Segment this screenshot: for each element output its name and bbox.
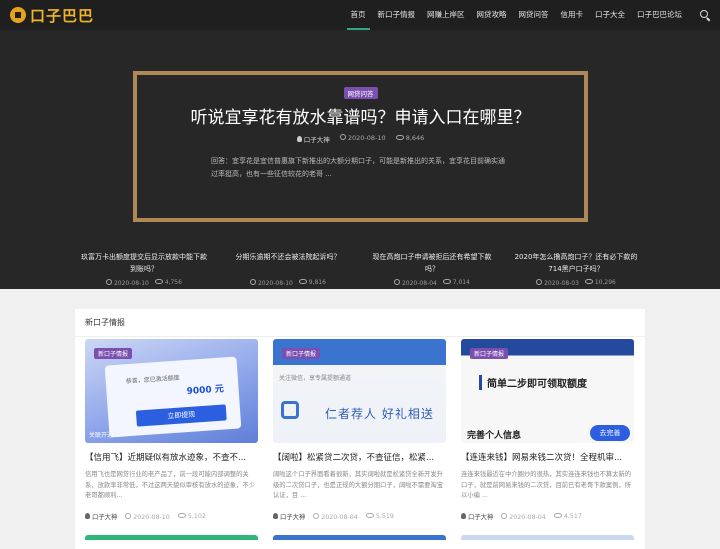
clock-icon	[536, 279, 543, 285]
featured-title[interactable]: 听说宜享花有放水靠谱吗？申请入口在哪里？	[137, 103, 584, 128]
featured-excerpt: 回答：宜享花是宜信普惠旗下新推出的大额分期口子，可能是新推出的关系，宜享花目前确…	[211, 157, 505, 178]
hero-related-list: 玖富万卡出额度提交后显示放款中能下款到账吗？ 2020-08-10 4,756 …	[72, 251, 648, 287]
post-excerpt: 阔啦这个口子界面看着很新，其实阔啦就是松紧贷全新开发升级的二次贷口子，也是正规的…	[273, 471, 444, 499]
list-item-title[interactable]: 分期乐逾期不还会被法院起诉吗？	[222, 251, 354, 275]
post-category-badge[interactable]: 新口子情报	[470, 348, 509, 359]
nav-item-earn-online[interactable]: 网赚上岸区	[421, 0, 471, 30]
next-thumbnail[interactable]	[85, 535, 258, 540]
eye-icon	[154, 279, 163, 284]
user-icon	[461, 513, 466, 519]
coin-logo-icon	[10, 7, 26, 23]
eye-icon	[553, 513, 562, 518]
post-title[interactable]: 【连连来钱】网易来钱二次贷！全程机审...	[461, 451, 634, 463]
post-meta: 口子大神 2020-08-04 5,519	[273, 512, 446, 521]
post-card[interactable]: 新口子情报 恭喜，您已激活额度 9000 元 立即提现 关联开通 【信用飞】近期…	[85, 339, 258, 521]
clock-icon	[313, 512, 320, 519]
post-category-badge[interactable]: 新口子情报	[94, 348, 133, 359]
post-thumbnail[interactable]: 新口子情报 关注微信，享专属提额通道 仁者荐人 好礼相送	[273, 339, 446, 443]
featured-post[interactable]: 网贷问答 听说宜享花有放水靠谱吗？申请入口在哪里？ 口子大神 2020-08-1…	[133, 71, 588, 222]
hero-section: 网贷问答 听说宜享花有放水靠谱吗？申请入口在哪里？ 口子大神 2020-08-1…	[0, 30, 720, 289]
eye-icon	[177, 513, 186, 518]
phone-screen: 恭喜，您已激活额度 9000 元 立即提现	[104, 356, 242, 438]
post-meta: 口子大神 2020-08-10 5,102	[85, 512, 258, 521]
list-item-title[interactable]: 玖富万卡出额度提交后显示放款中能下款到账吗？	[78, 251, 210, 275]
nav-item-loan-guide[interactable]: 网贷攻略	[471, 0, 513, 30]
clock-icon	[250, 279, 257, 285]
nav-item-forum[interactable]: 口子巴巴论坛	[631, 0, 688, 30]
list-item-title[interactable]: 2020年怎么撸高炮口子？还有必下款的714黑户口子吗？	[510, 251, 642, 275]
nav-item-loan-directory[interactable]: 口子大全	[589, 0, 631, 30]
user-icon	[273, 513, 278, 519]
post-thumbnail[interactable]: 新口子情报 恭喜，您已激活额度 9000 元 立即提现 关联开通	[85, 339, 258, 443]
post-author[interactable]: 口子大神	[461, 512, 493, 521]
eye-icon	[365, 513, 374, 518]
section-title: 新口子情报	[75, 309, 645, 337]
list-item-meta: 2020-08-03 10,296	[510, 279, 642, 287]
nav-item-home[interactable]: 首页	[345, 0, 372, 30]
next-thumbnail[interactable]	[461, 535, 634, 540]
site-header: 口子巴巴 首页 新口子情报 网赚上岸区 网贷攻略 网贷问答 信用卡 口子大全 口…	[0, 0, 720, 30]
post-title[interactable]: 【信用飞】近期疑似有放水迹象，不查不...	[85, 451, 258, 463]
featured-date: 2020-08-10	[339, 134, 386, 144]
main-nav: 首页 新口子情报 网赚上岸区 网贷攻略 网贷问答 信用卡 口子大全 口子巴巴论坛	[345, 0, 689, 30]
list-item-meta: 2020-08-10 4,756	[78, 279, 210, 287]
eye-icon	[395, 135, 404, 140]
site-logo[interactable]: 口子巴巴	[10, 5, 94, 26]
list-item[interactable]: 现在高炮口子申请被拒后还有希望下款吗？ 2020-08-04 7,014	[360, 251, 504, 287]
post-excerpt: 连连来钱最近在中介圈炒的很热，其实连连来钱也不算太新的口子，就是前网易来钱的二次…	[461, 471, 632, 499]
shield-icon	[281, 401, 299, 419]
featured-meta: 口子大神 2020-08-10 8,646	[137, 134, 584, 144]
nav-item-new-loans[interactable]: 新口子情报	[372, 0, 422, 30]
post-title[interactable]: 【阔啦】松紧贷二次贷，不查征信，松紧...	[273, 451, 446, 463]
nav-item-loan-qa[interactable]: 网贷问答	[513, 0, 555, 30]
new-loans-section: 新口子情报 新口子情报 恭喜，您已激活额度 9000 元 立即提现 关联开通 【…	[75, 309, 645, 549]
nav-item-credit-card[interactable]: 信用卡	[555, 0, 590, 30]
featured-author[interactable]: 口子大神	[296, 134, 330, 144]
clock-icon	[394, 279, 401, 285]
post-author[interactable]: 口子大神	[85, 512, 117, 521]
next-thumbnail[interactable]	[273, 535, 446, 540]
post-card[interactable]: 新口子情报 简单二步即可领取额度 完善个人信息 去完善 【连连来钱】网易来钱二次…	[461, 339, 634, 521]
clock-icon	[501, 512, 508, 519]
post-category-badge[interactable]: 新口子情报	[282, 348, 321, 359]
featured-views: 8,646	[395, 134, 424, 144]
post-excerpt: 信用飞也是网贷行业的老产品了，前一段可能内部调整的关系，放款率非常低，不过这两天…	[85, 471, 256, 499]
post-author[interactable]: 口子大神	[273, 512, 305, 521]
post-grid: 新口子情报 恭喜，您已激活额度 9000 元 立即提现 关联开通 【信用飞】近期…	[75, 339, 645, 521]
post-thumbnail[interactable]: 新口子情报 简单二步即可领取额度 完善个人信息 去完善	[461, 339, 634, 443]
user-icon	[85, 513, 90, 519]
clock-icon	[125, 512, 132, 519]
eye-icon	[584, 279, 593, 284]
eye-icon	[298, 279, 307, 284]
list-item-meta: 2020-08-04 7,014	[366, 279, 498, 287]
list-item-meta: 2020-08-10 9,816	[222, 279, 354, 287]
clock-icon	[106, 279, 113, 285]
featured-category-badge[interactable]: 网贷问答	[343, 87, 378, 99]
list-item[interactable]: 分期乐逾期不还会被法院起诉吗？ 2020-08-10 9,816	[216, 251, 360, 287]
list-item[interactable]: 2020年怎么撸高炮口子？还有必下款的714黑户口子吗？ 2020-08-03 …	[504, 251, 648, 287]
list-item[interactable]: 玖富万卡出额度提交后显示放款中能下款到账吗？ 2020-08-10 4,756	[72, 251, 216, 287]
user-icon	[296, 136, 302, 142]
search-icon[interactable]	[700, 10, 710, 20]
list-item-title[interactable]: 现在高炮口子申请被拒后还有希望下款吗？	[366, 251, 498, 275]
post-card[interactable]: 新口子情报 关注微信，享专属提额通道 仁者荐人 好礼相送 【阔啦】松紧贷二次贷，…	[273, 339, 446, 521]
logo-text: 口子巴巴	[30, 6, 95, 25]
eye-icon	[442, 279, 451, 284]
clock-icon	[339, 134, 346, 140]
post-meta: 口子大神 2020-08-04 4,517	[461, 512, 634, 521]
